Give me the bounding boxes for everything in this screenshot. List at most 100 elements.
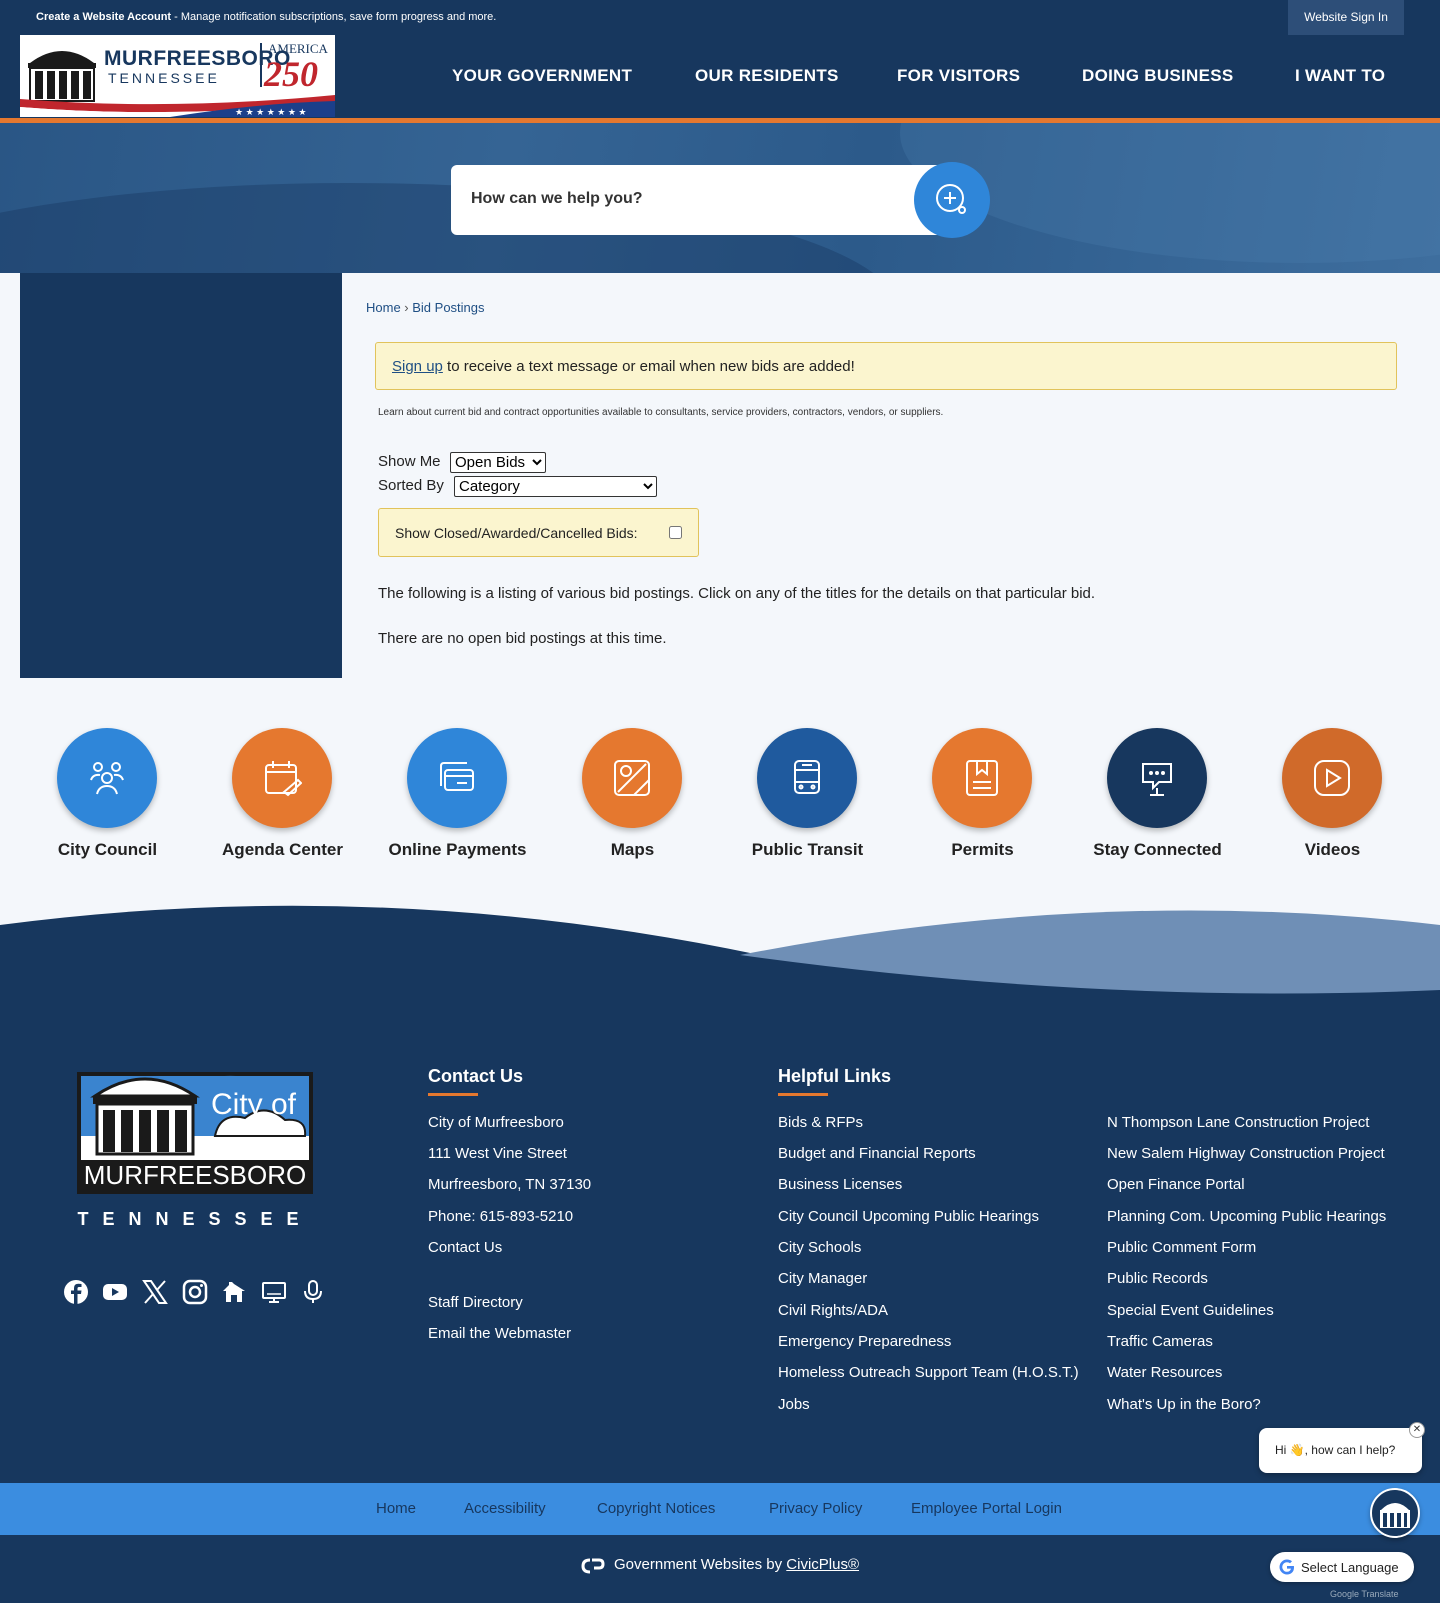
bottom-link-accessibility[interactable]: Accessibility bbox=[464, 1500, 546, 1517]
chat-screen-icon bbox=[1142, 763, 1172, 796]
search-button[interactable] bbox=[914, 162, 990, 238]
tv-icon[interactable] bbox=[261, 1279, 287, 1305]
sorted-by-select[interactable]: Category bbox=[454, 476, 657, 497]
helpful-link[interactable]: City Schools bbox=[778, 1239, 861, 1256]
footer-city-logo[interactable]: City of MURFREESBORO TENNESSEE bbox=[75, 1060, 315, 1235]
svg-text:MURFREESBORO: MURFREESBORO bbox=[84, 1160, 306, 1190]
helpful-link[interactable]: Public Records bbox=[1107, 1270, 1208, 1287]
nav-our-residents[interactable]: OUR RESIDENTS bbox=[695, 66, 839, 86]
nav-your-government[interactable]: YOUR GOVERNMENT bbox=[452, 66, 632, 86]
create-account-link[interactable]: Create a Website Account - Manage notifi… bbox=[36, 11, 496, 23]
top-bar: Create a Website Account - Manage notifi… bbox=[0, 0, 1440, 35]
quick-link-stay-connected[interactable]: Stay Connected bbox=[1070, 728, 1245, 888]
website-sign-in-button[interactable]: Website Sign In bbox=[1288, 0, 1404, 35]
quick-link-videos[interactable]: Videos bbox=[1245, 728, 1420, 888]
helpful-link[interactable]: City Council Upcoming Public Hearings bbox=[778, 1208, 1039, 1225]
city-hall-icon bbox=[1380, 1503, 1410, 1528]
show-me-select[interactable]: Open Bids bbox=[450, 452, 546, 473]
contact-line: 111 West Vine Street bbox=[428, 1145, 567, 1162]
contact-phone[interactable]: Phone: 615-893-5210 bbox=[428, 1208, 573, 1225]
helpful-link[interactable]: Civil Rights/ADA bbox=[778, 1302, 888, 1319]
helpful-links-heading: Helpful Links bbox=[778, 1066, 892, 1086]
chat-greeting: Hi 👋, how can I help? bbox=[1275, 1443, 1396, 1457]
search-input[interactable]: How can we help you? bbox=[451, 165, 971, 235]
helpful-link[interactable]: City Manager bbox=[778, 1270, 867, 1287]
contact-us-heading: Contact Us bbox=[428, 1066, 524, 1086]
helpful-link[interactable]: Planning Com. Upcoming Public Hearings bbox=[1107, 1208, 1386, 1225]
helpful-link[interactable]: Open Finance Portal bbox=[1107, 1176, 1245, 1193]
breadcrumb-current[interactable]: Bid Postings bbox=[412, 300, 484, 315]
contact-us-link[interactable]: Contact Us bbox=[428, 1239, 502, 1256]
quick-link-label: Public Transit bbox=[751, 840, 864, 859]
quick-link-label: City Council bbox=[57, 840, 158, 859]
svg-text:TENNESSEE: TENNESSEE bbox=[77, 1209, 312, 1229]
helpful-link[interactable]: Water Resources bbox=[1107, 1364, 1222, 1381]
bus-icon bbox=[794, 760, 820, 794]
contact-line: Murfreesboro, TN 37130 bbox=[428, 1176, 592, 1193]
helpful-link[interactable]: Emergency Preparedness bbox=[778, 1333, 951, 1350]
show-closed-checkbox[interactable] bbox=[669, 526, 682, 539]
credit-text: Government Websites by CivicPlus® bbox=[614, 1556, 860, 1573]
podcast-icon[interactable] bbox=[300, 1279, 326, 1305]
helpful-link[interactable]: Homeless Outreach Support Team (H.O.S.T.… bbox=[778, 1364, 1079, 1381]
helpful-link[interactable]: Budget and Financial Reports bbox=[778, 1145, 976, 1162]
powered-by-google-translate: Google Translate bbox=[1330, 1589, 1399, 1599]
instagram-icon[interactable] bbox=[182, 1279, 208, 1305]
chat-close-icon[interactable]: ✕ bbox=[1409, 1422, 1425, 1438]
search-placeholder: How can we help you? bbox=[471, 190, 643, 207]
chatbot-avatar[interactable] bbox=[1370, 1488, 1420, 1538]
bottom-link-home[interactable]: Home bbox=[376, 1500, 416, 1517]
staff-directory-link[interactable]: Staff Directory bbox=[428, 1294, 523, 1311]
helpful-link[interactable]: Special Event Guidelines bbox=[1107, 1302, 1274, 1319]
logo-divider bbox=[260, 43, 262, 87]
calendar-edit-icon bbox=[265, 761, 302, 797]
signup-alert-text: to receive a text message or email when … bbox=[442, 358, 855, 375]
x-icon[interactable] bbox=[142, 1279, 168, 1305]
svg-text:★ ★ ★ ★ ★ ★ ★: ★ ★ ★ ★ ★ ★ ★ bbox=[235, 107, 306, 117]
bottom-link-copyright[interactable]: Copyright Notices bbox=[597, 1500, 715, 1517]
quick-link-label: Stay Connected bbox=[1093, 840, 1222, 859]
site-logo[interactable]: MURFREESBORO TENNESSEE AMERICA 250 ★ ★ ★… bbox=[20, 35, 335, 117]
permit-icon bbox=[966, 760, 998, 796]
email-webmaster-link[interactable]: Email the Webmaster bbox=[428, 1325, 571, 1342]
quick-link-city-council[interactable]: City Council bbox=[20, 728, 195, 888]
quick-link-label: Online Payments bbox=[388, 840, 527, 859]
bottom-link-employee-portal[interactable]: Employee Portal Login bbox=[911, 1500, 1062, 1517]
nav-i-want-to[interactable]: I WANT TO bbox=[1295, 66, 1385, 86]
show-closed-filter: Show Closed/Awarded/Cancelled Bids: bbox=[378, 508, 699, 557]
helpful-link[interactable]: New Salem Highway Construction Project bbox=[1107, 1145, 1385, 1162]
civicplus-link[interactable]: CivicPlus® bbox=[786, 1556, 859, 1573]
helpful-link[interactable]: Bids & RFPs bbox=[778, 1114, 863, 1131]
quick-link-online-payments[interactable]: Online Payments bbox=[370, 728, 545, 888]
helpful-link[interactable]: N Thompson Lane Construction Project bbox=[1107, 1114, 1369, 1131]
helpful-link[interactable]: Business Licenses bbox=[778, 1176, 902, 1193]
nextdoor-icon[interactable] bbox=[221, 1279, 247, 1305]
quick-link-label: Maps bbox=[610, 840, 655, 859]
logo-state: TENNESSEE bbox=[108, 70, 220, 86]
helpful-link[interactable]: What's Up in the Boro? bbox=[1107, 1396, 1261, 1413]
quick-link-public-transit[interactable]: Public Transit bbox=[720, 728, 895, 888]
sidebar bbox=[20, 273, 342, 678]
helpful-link[interactable]: Public Comment Form bbox=[1107, 1239, 1256, 1256]
helpful-link[interactable]: Jobs bbox=[778, 1396, 810, 1413]
nav-for-visitors[interactable]: FOR VISITORS bbox=[897, 66, 1020, 86]
signup-link[interactable]: Sign up bbox=[392, 358, 443, 375]
nav-doing-business[interactable]: DOING BUSINESS bbox=[1082, 66, 1234, 86]
facebook-icon[interactable] bbox=[63, 1279, 89, 1305]
youtube-icon[interactable] bbox=[102, 1279, 128, 1305]
play-icon bbox=[1314, 760, 1350, 796]
contact-line: City of Murfreesboro bbox=[428, 1114, 564, 1131]
bottom-link-privacy[interactable]: Privacy Policy bbox=[769, 1500, 862, 1517]
intro-text: Learn about current bid and contract opp… bbox=[378, 407, 944, 418]
quick-link-maps[interactable]: Maps bbox=[545, 728, 720, 888]
listing-description: The following is a listing of various bi… bbox=[378, 585, 1096, 602]
chat-bubble[interactable]: Hi 👋, how can I help? ✕ bbox=[1259, 1422, 1425, 1473]
helpful-heading-rule bbox=[778, 1093, 828, 1096]
select-language-button[interactable]: Select Language bbox=[1270, 1552, 1414, 1582]
helpful-link[interactable]: Traffic Cameras bbox=[1107, 1333, 1213, 1350]
breadcrumb-home[interactable]: Home bbox=[366, 300, 401, 315]
flag-stripe-icon: ★ ★ ★ ★ ★ ★ ★ bbox=[20, 95, 335, 117]
civicplus-icon bbox=[581, 1558, 605, 1574]
quick-link-permits[interactable]: Permits bbox=[895, 728, 1070, 888]
quick-link-agenda-center[interactable]: Agenda Center bbox=[195, 728, 370, 888]
